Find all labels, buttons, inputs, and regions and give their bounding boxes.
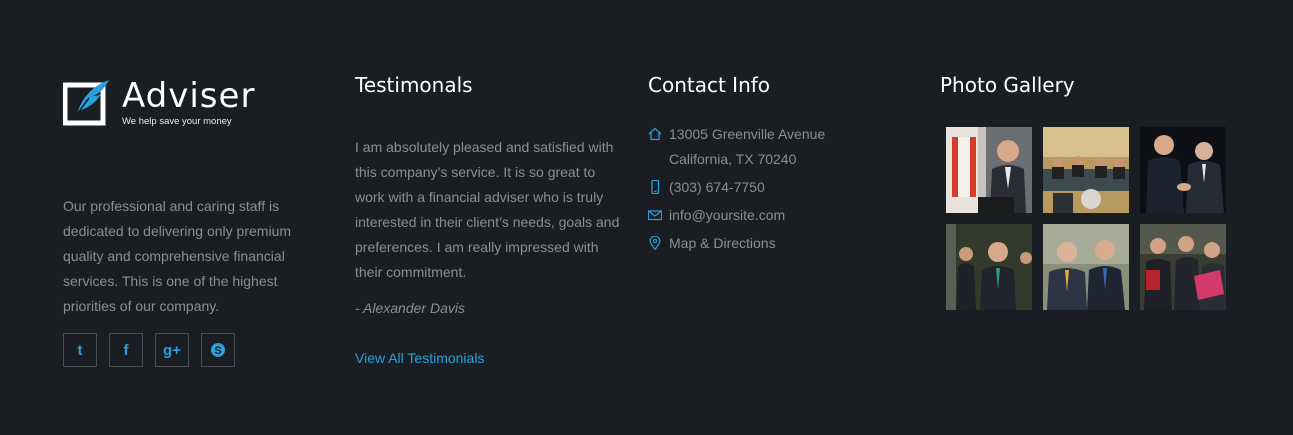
view-all-testimonials-link[interactable]: View All Testimonials [355,346,484,371]
facebook-button[interactable]: f [109,333,143,367]
photo-two-leaders [1043,224,1129,310]
gallery-photo[interactable] [1043,224,1129,310]
about-text: Our professional and caring staff is ded… [63,198,292,314]
map-pin-icon [649,236,661,250]
brand-name: Adviser [122,76,256,116]
photo-men-walking [946,224,1032,310]
testimonials-heading: Testimonals [355,73,473,97]
email-address[interactable]: info@yoursite.com [669,207,785,223]
mobile-phone-icon [651,180,660,194]
skype-icon: S [211,343,225,357]
site-logo[interactable]: Adviser We help save your money [63,76,283,128]
gallery-photo[interactable] [946,127,1032,213]
photo-handshake [1140,127,1226,213]
phone-number[interactable]: (303) 674-7750 [669,179,765,195]
google-plus-button[interactable]: g+ [155,333,189,367]
gallery-photo[interactable] [1043,127,1129,213]
skype-glyph: S [214,345,221,357]
testimonial-author: - Alexander Davis [355,300,465,316]
contact-map: Map & Directions [648,231,908,256]
contact-heading: Contact Info [648,73,771,97]
brand-tagline: We help save your money [122,116,232,127]
photo-red-folders [1140,224,1226,310]
photo-conference-table [1043,127,1129,213]
address-line-2: California, TX 70240 [669,151,797,167]
facebook-icon: f [123,341,129,359]
contact-address: 13005 Greenville Avenue California, TX 7… [648,122,908,172]
map-directions-link[interactable]: Map & Directions [669,235,776,251]
quill-logo-icon [63,80,109,126]
address-line-1: 13005 Greenville Avenue [669,126,826,142]
gallery-photo[interactable] [1140,127,1226,213]
photo-gallery-grid [946,127,1226,310]
home-icon [648,127,662,141]
tumblr-button[interactable]: t [63,333,97,367]
tumblr-icon: t [77,341,83,359]
contact-list: 13005 Greenville Avenue California, TX 7… [648,122,908,259]
gallery-heading: Photo Gallery [940,73,1075,97]
photo-speaker-with-flag [946,127,1032,213]
contact-phone: (303) 674-7750 [648,175,908,200]
google-plus-icon: g+ [163,341,181,359]
social-links: t f g+ S [63,333,235,367]
gallery-photo[interactable] [1140,224,1226,310]
contact-email: info@yoursite.com [648,203,908,228]
skype-button[interactable]: S [201,333,235,367]
testimonial-quote: I am absolutely pleased and satisfied wi… [355,139,620,280]
gallery-photo[interactable] [946,224,1032,310]
envelope-icon [648,210,662,221]
